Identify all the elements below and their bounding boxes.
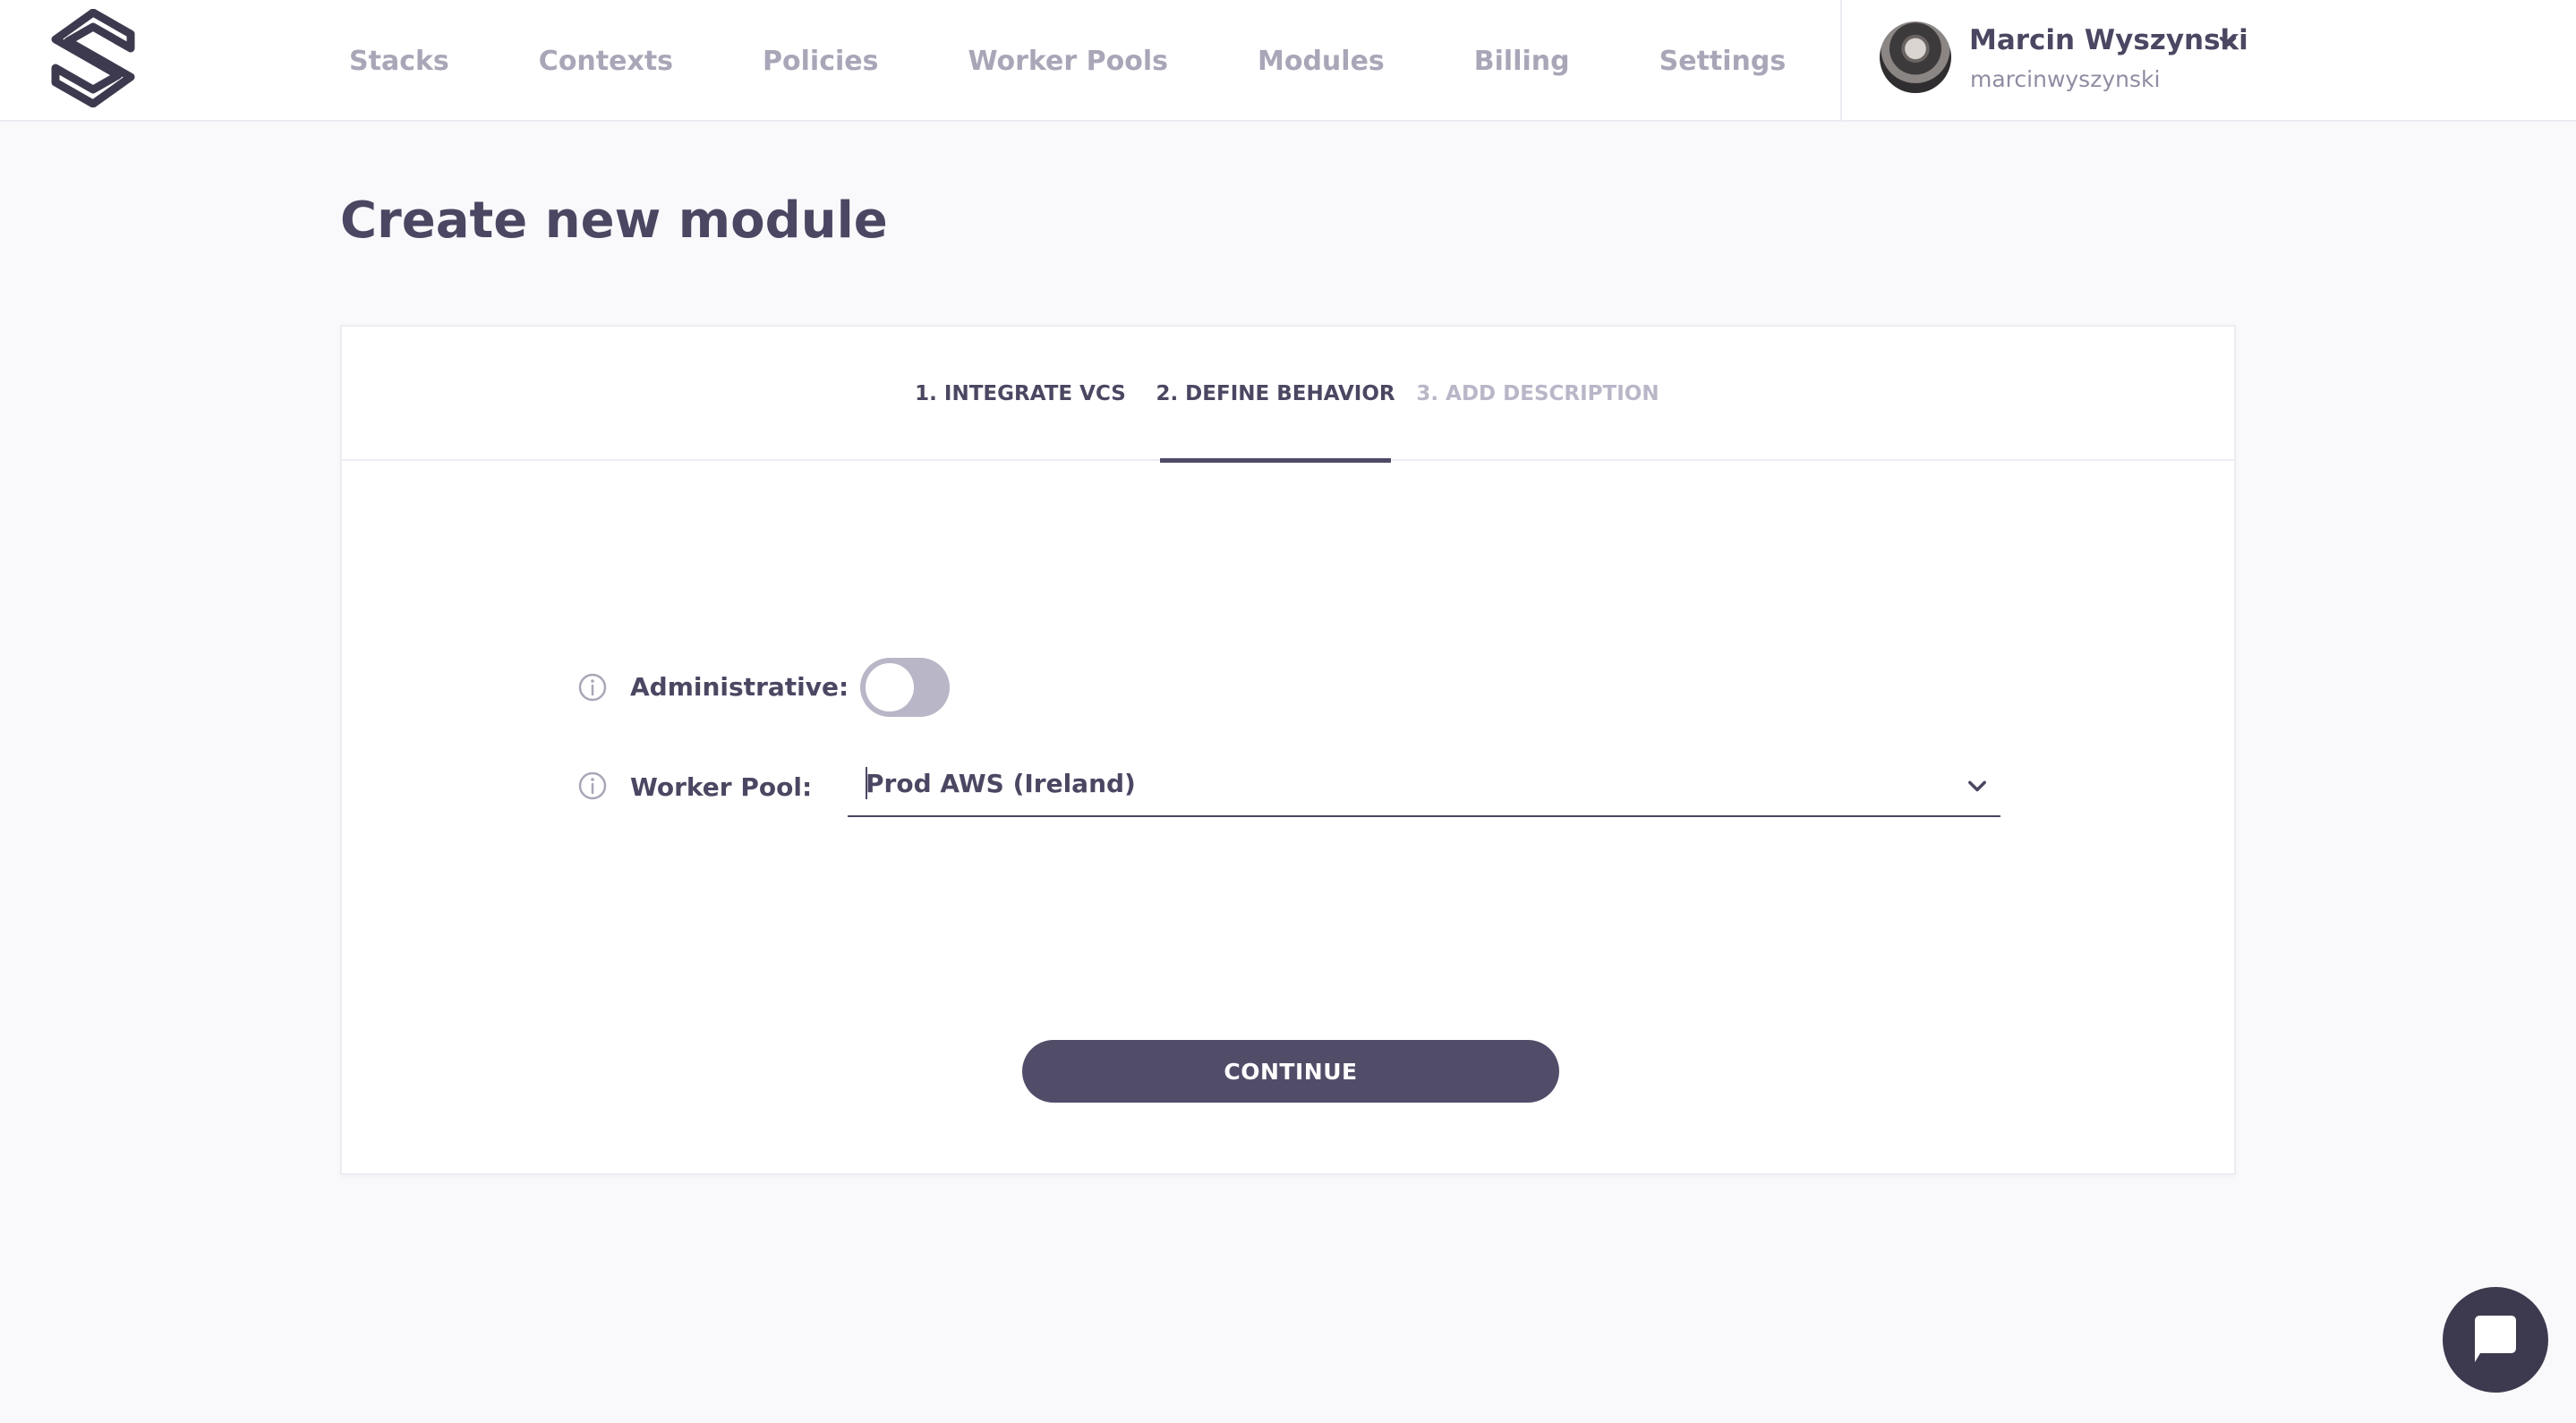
tab-integrate-vcs[interactable]: 1. INTEGRATE VCS [913, 327, 1128, 461]
info-icon[interactable] [577, 771, 608, 801]
main-nav: Stacks Contexts Policies Worker Pools Mo… [349, 0, 1875, 122]
administrative-row: Administrative: [342, 656, 2234, 719]
chevron-down-icon[interactable] [1965, 774, 1990, 799]
create-module-card: 1. INTEGRATE VCS 2. DEFINE BEHAVIOR 3. A… [340, 325, 2236, 1175]
top-navigation-bar: Stacks Contexts Policies Worker Pools Mo… [0, 0, 2576, 122]
user-name: Marcin Wyszynski [1969, 24, 2248, 56]
worker-pool-row: Worker Pool: Prod AWS (Ireland) [342, 754, 2234, 817]
nav-item-stacks[interactable]: Stacks [349, 46, 449, 77]
wizard-steps: 1. INTEGRATE VCS 2. DEFINE BEHAVIOR 3. A… [342, 327, 2234, 463]
spacelift-logo-icon[interactable] [48, 9, 138, 107]
page-title: Create new module [340, 192, 888, 250]
worker-pool-select[interactable]: Prod AWS (Ireland) [848, 754, 2000, 817]
nav-item-policies[interactable]: Policies [763, 46, 878, 77]
administrative-label: Administrative: [630, 672, 849, 702]
continue-button[interactable]: CONTINUE [1022, 1040, 1559, 1103]
nav-item-worker-pools[interactable]: Worker Pools [968, 46, 1168, 77]
step-label: 2. DEFINE BEHAVIOR [1156, 382, 1395, 405]
step-label: 3. ADD DESCRIPTION [1416, 382, 1659, 405]
tab-add-description[interactable]: 3. ADD DESCRIPTION [1416, 327, 1659, 461]
worker-pool-label: Worker Pool: [630, 772, 813, 802]
user-handle: marcinwyszynski [1970, 66, 2161, 92]
step-label: 1. INTEGRATE VCS [915, 382, 1126, 405]
nav-item-contexts[interactable]: Contexts [539, 46, 673, 77]
chevron-down-icon[interactable] [2216, 30, 2239, 54]
administrative-toggle[interactable] [860, 658, 950, 717]
nav-item-billing[interactable]: Billing [1474, 46, 1570, 77]
avatar[interactable] [1880, 21, 1951, 93]
worker-pool-value: Prod AWS (Ireland) [866, 769, 1136, 798]
user-menu[interactable]: Marcin Wyszynski marcinwyszynski [1840, 0, 2576, 122]
nav-item-settings[interactable]: Settings [1659, 46, 1787, 77]
chat-icon [2475, 1316, 2516, 1362]
info-icon[interactable] [577, 672, 608, 703]
chat-widget-button[interactable] [2443, 1287, 2548, 1393]
toggle-knob [866, 663, 914, 712]
tab-define-behavior[interactable]: 2. DEFINE BEHAVIOR [1156, 327, 1395, 463]
nav-item-modules[interactable]: Modules [1258, 46, 1385, 77]
